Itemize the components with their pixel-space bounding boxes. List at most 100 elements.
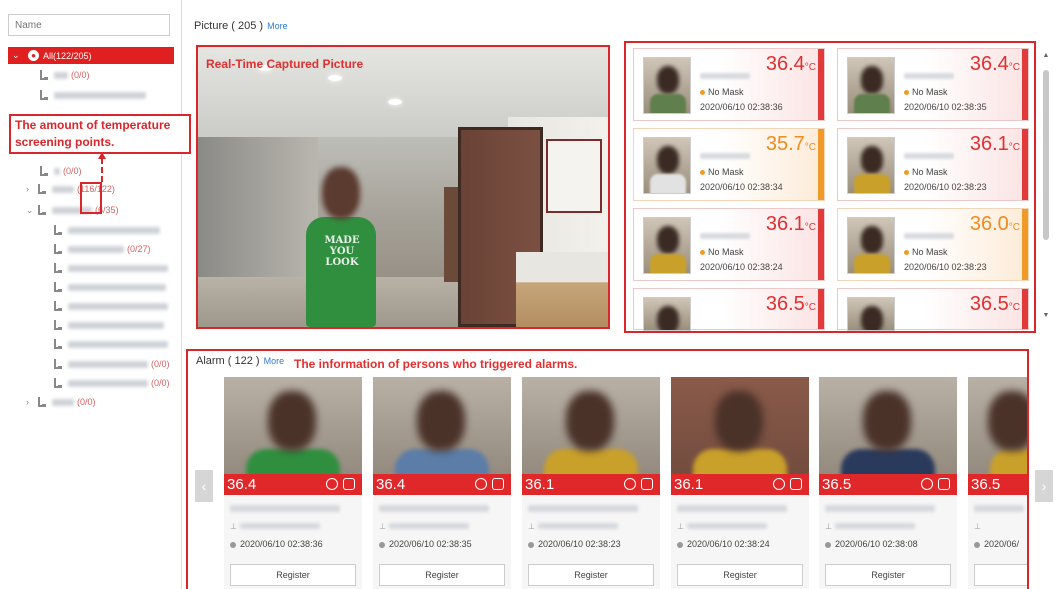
register-button[interactable]: Register (230, 564, 356, 586)
tree-camera-item[interactable]: (0/0) (52, 355, 170, 373)
tree-item[interactable]: › (0/0) (26, 393, 96, 411)
picture-more-link[interactable]: More (267, 21, 288, 31)
location-icon: ⊥ (230, 522, 237, 531)
captured-card[interactable]: 36.0°C No Mask 2020/06/10 02:38:23 (837, 208, 1029, 281)
camera-group-icon (38, 89, 48, 101)
tree-camera-item[interactable] (52, 335, 171, 353)
camera-icon (52, 358, 62, 370)
captured-thumbnail (643, 137, 691, 194)
chevron-left-icon[interactable]: ‹ (195, 470, 213, 502)
camera-icon (52, 338, 62, 350)
person-icon[interactable] (343, 478, 355, 490)
tree-item[interactable]: ⌄ (6/35) (26, 201, 119, 219)
alarm-more-link[interactable]: More (264, 356, 285, 366)
tree-camera-item[interactable] (52, 221, 163, 239)
tree-search-input[interactable] (8, 14, 170, 36)
temperature-points-annotation: The amount of temperature screening poin… (9, 114, 191, 154)
alarm-temperature-bar: 36.4 (224, 474, 362, 495)
camera-icon (52, 300, 62, 312)
capture-time: 2020/06/10 02:38:24 (700, 262, 783, 272)
alarm-temperature-bar: 36.1 (671, 474, 809, 495)
tree-item-all-label: All(122/205) (43, 50, 92, 61)
tree-item-all[interactable]: ⌄ ● All(122/205) (8, 47, 174, 64)
face-compare-icon[interactable] (921, 478, 933, 490)
realtime-annotation: Real-Time Captured Picture (206, 57, 364, 71)
mask-status: No Mask (904, 167, 948, 177)
person-icon[interactable] (641, 478, 653, 490)
tree-camera-item[interactable] (52, 297, 171, 315)
chevron-right-icon[interactable]: › (1035, 470, 1053, 502)
tree-camera-item[interactable] (52, 316, 167, 334)
face-compare-icon[interactable] (773, 478, 785, 490)
alarm-card[interactable]: 36.4 ⊥ 2020/06/10 02:38:36 Register (224, 377, 362, 589)
alarm-card[interactable]: 36.1 ⊥ 2020/06/10 02:38:24 Register (671, 377, 809, 589)
captured-card[interactable]: 36.5°C (633, 288, 825, 331)
scroll-up-icon[interactable]: ▲ (1042, 52, 1050, 59)
temperature-value: 35.7°C (765, 133, 816, 155)
register-button[interactable]: Register (528, 564, 654, 586)
register-button[interactable] (974, 564, 1027, 586)
shirt-text: MADE YOU LOOK (324, 235, 360, 268)
location-icon: ⊥ (677, 522, 684, 531)
captured-card[interactable]: 36.1°C No Mask 2020/06/10 02:38:23 (837, 128, 1029, 201)
chevron-down-icon[interactable]: ⌄ (12, 50, 22, 61)
captured-thumbnail (847, 137, 895, 194)
capture-time: 2020/06/10 02:38:23 (904, 262, 987, 272)
camera-icon (52, 319, 62, 331)
device-tree-panel: ⌄ ● All(122/205) (0/0) (0/0) ›(116/122) … (0, 0, 182, 589)
tree-camera-item[interactable]: (0/27) (52, 240, 151, 258)
chevron-down-icon[interactable]: ⌄ (26, 205, 36, 216)
alarm-card[interactable]: 36.1 ⊥ 2020/06/10 02:38:23 Register (522, 377, 660, 589)
alarm-time: 2020/06/10 02:38:08 (825, 539, 918, 549)
alarm-time: 2020/06/ (974, 539, 1019, 549)
alarm-card[interactable]: 36.5 ⊥ 2020/06/ (968, 377, 1027, 589)
mask-status: No Mask (700, 247, 744, 257)
face-compare-icon[interactable] (475, 478, 487, 490)
annotation-arrow-line (101, 158, 103, 182)
person-icon[interactable] (938, 478, 950, 490)
captured-card[interactable]: 35.7°C No Mask 2020/06/10 02:38:34 (633, 128, 825, 201)
captured-card[interactable]: 36.4°C No Mask 2020/06/10 02:38:36 (633, 48, 825, 121)
alarm-card[interactable]: 36.5 ⊥ 2020/06/10 02:38:08 Register (819, 377, 957, 589)
chevron-right-icon[interactable]: › (26, 397, 36, 407)
tree-item[interactable]: (0/0) (38, 162, 82, 180)
captured-card[interactable]: 36.5°C (837, 288, 1029, 331)
tree-item[interactable]: (0/0) (38, 66, 90, 84)
location-icon: ⊥ (974, 522, 981, 531)
register-button[interactable]: Register (825, 564, 951, 586)
face-compare-icon[interactable] (326, 478, 338, 490)
alarm-section-title: Alarm ( 122 ) More (196, 355, 284, 367)
temperature-value: 36.1°C (765, 213, 816, 235)
alarm-title: Alarm ( 122 ) (196, 355, 260, 367)
camera-icon (52, 224, 62, 236)
tree-camera-item[interactable]: (0/0) (52, 374, 170, 392)
temperature-value: 36.1°C (969, 133, 1020, 155)
camera-group-icon (36, 204, 46, 216)
captured-thumbnail (847, 217, 895, 274)
globe-icon: ● (28, 50, 39, 61)
chevron-right-icon[interactable]: › (26, 184, 36, 194)
tree-camera-item[interactable] (52, 259, 171, 277)
mask-status: No Mask (700, 87, 744, 97)
register-button[interactable]: Register (379, 564, 505, 586)
captured-card[interactable]: 36.1°C No Mask 2020/06/10 02:38:24 (633, 208, 825, 281)
person-icon[interactable] (492, 478, 504, 490)
tree-camera-item[interactable] (52, 278, 169, 296)
camera-group-icon (38, 69, 48, 81)
tree-item[interactable] (38, 86, 149, 104)
picture-scrollbar[interactable]: ▲ ▼ (1042, 52, 1050, 325)
picture-title: Picture ( 205 ) (194, 20, 264, 32)
camera-group-icon (38, 165, 48, 177)
capture-time: 2020/06/10 02:38:35 (904, 102, 987, 112)
captured-card[interactable]: 36.4°C No Mask 2020/06/10 02:38:35 (837, 48, 1029, 121)
register-button[interactable]: Register (677, 564, 803, 586)
count-highlight-box (80, 182, 102, 214)
person-icon[interactable] (790, 478, 802, 490)
scroll-down-icon[interactable]: ▼ (1042, 312, 1050, 319)
live-video-view[interactable]: MADE YOU LOOK Real-Time Captured Picture (196, 45, 610, 329)
alarm-card[interactable]: 36.4 ⊥ 2020/06/10 02:38:35 Register (373, 377, 511, 589)
camera-icon (52, 281, 62, 293)
face-compare-icon[interactable] (624, 478, 636, 490)
alarm-temperature-bar: 36.1 (522, 474, 660, 495)
alarm-temperature-bar: 36.5 (968, 474, 1027, 495)
